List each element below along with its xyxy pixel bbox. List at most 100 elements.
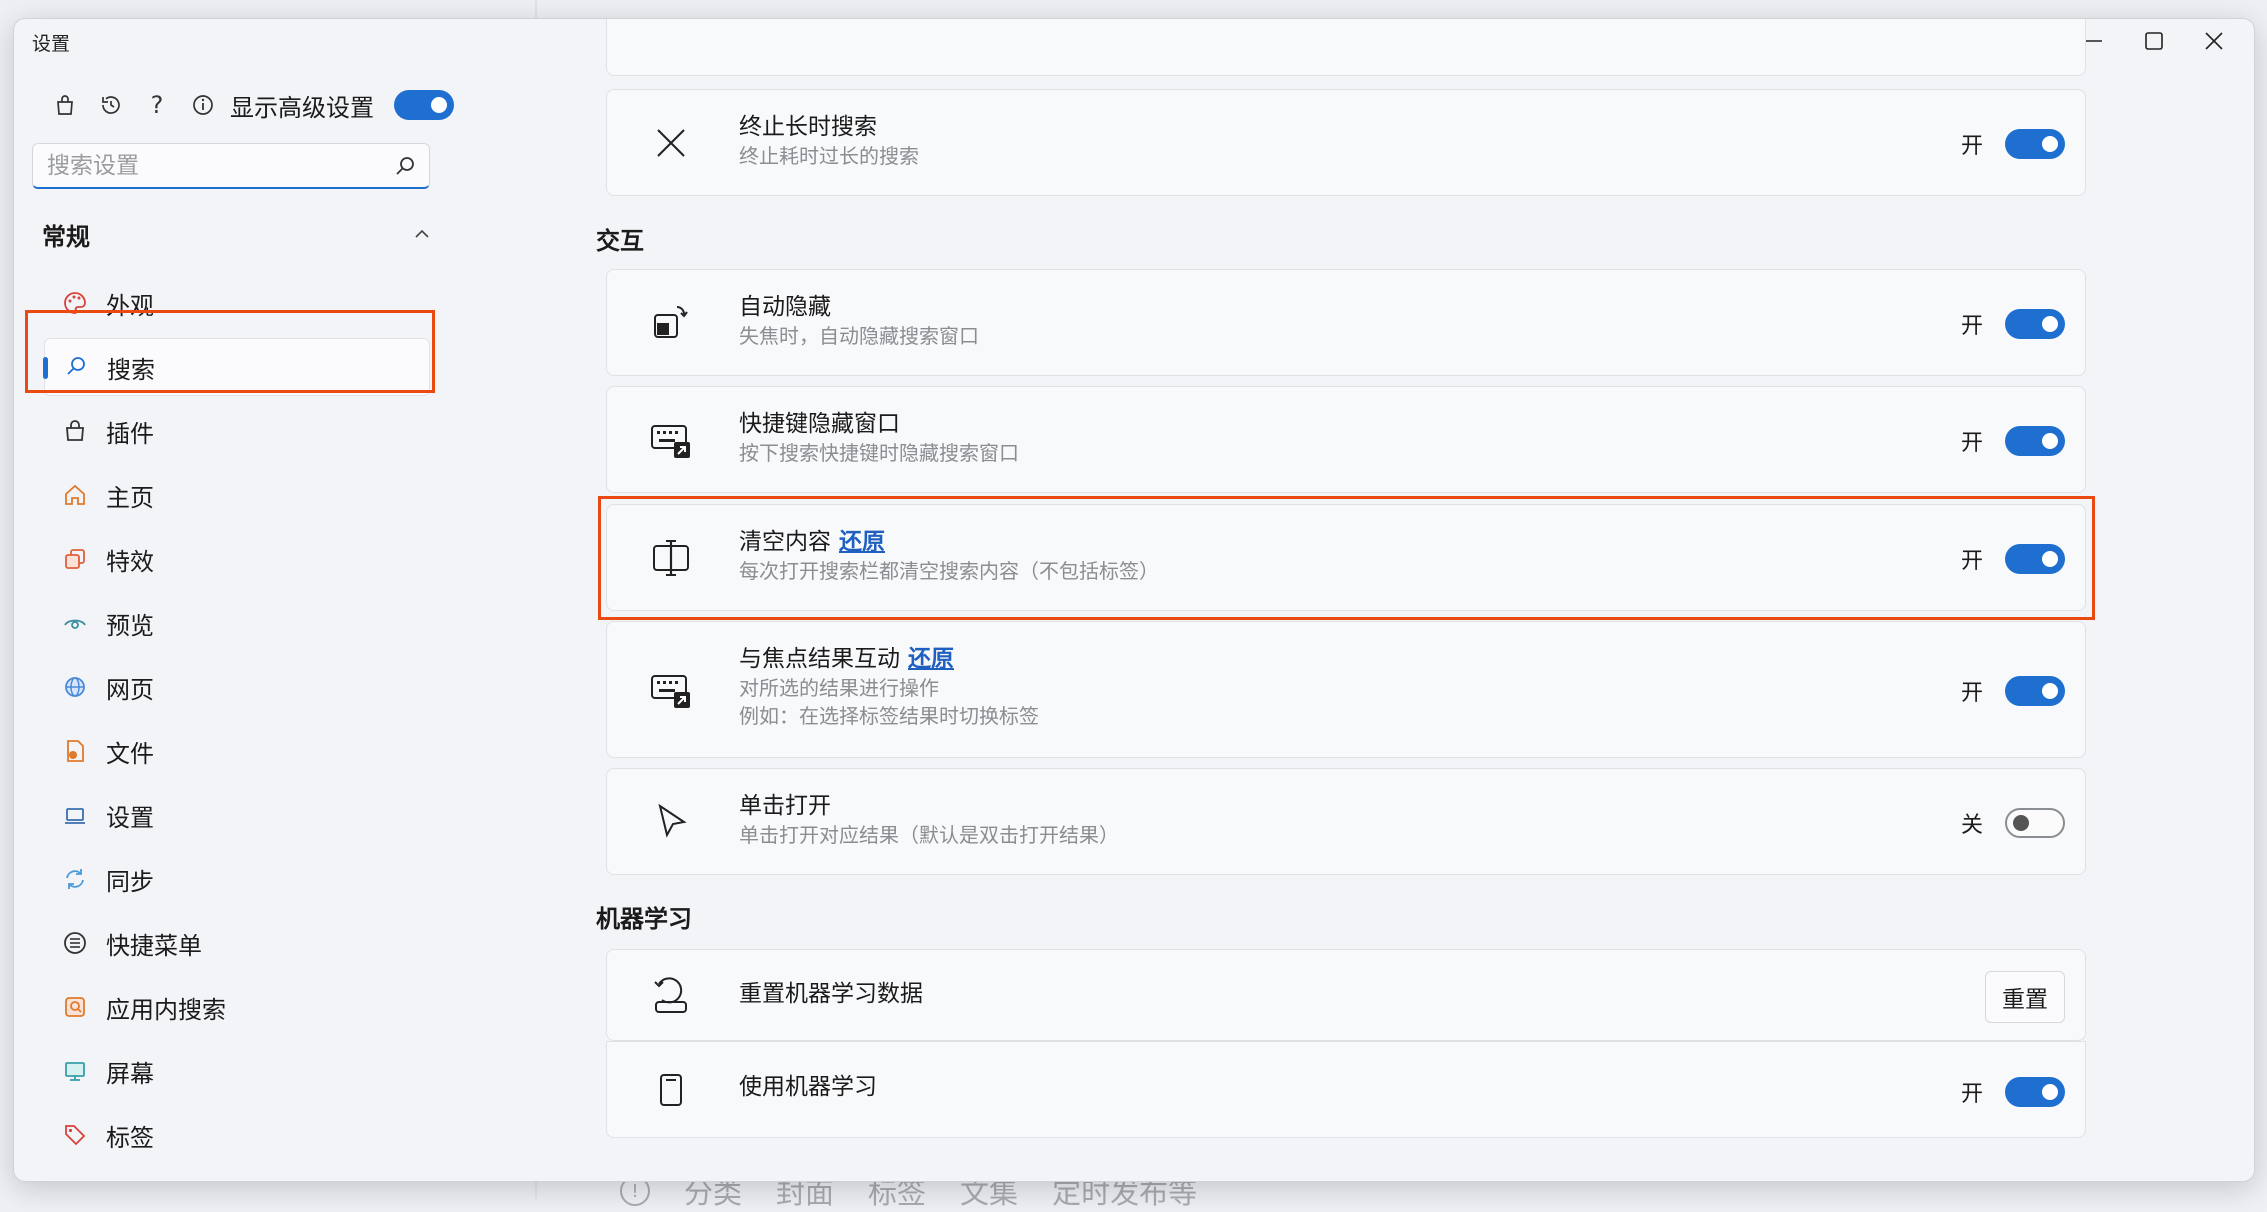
advanced-settings-toggle[interactable] — [394, 90, 454, 120]
sidebar-item-app-search[interactable]: 应用内搜索 — [44, 978, 430, 1036]
sidebar-item-label: 网页 — [106, 675, 154, 704]
close-icon — [647, 119, 695, 167]
advanced-settings-label: 显示高级设置 — [230, 93, 374, 122]
setting-title: 自动隐藏 — [739, 294, 831, 320]
reset-data-icon — [647, 972, 695, 1020]
auto-hide-icon — [647, 299, 695, 347]
sidebar-toolbar: ? 显示高级设置 — [52, 85, 454, 125]
setting-title: 终止长时搜索 — [739, 114, 877, 140]
highlight-clear-content — [598, 496, 2095, 620]
app-search-icon — [60, 992, 90, 1022]
toggle-state-label: 开 — [1960, 431, 1983, 456]
info-icon[interactable] — [190, 92, 216, 118]
tag-icon — [60, 1120, 90, 1150]
close-button[interactable] — [2186, 21, 2242, 61]
sidebar-item-files[interactable]: 文件 — [44, 722, 430, 780]
card-auto-hide: 自动隐藏 失焦时，自动隐藏搜索窗口 开 — [606, 269, 2086, 376]
maximize-button[interactable] — [2126, 21, 2182, 61]
chevron-up-icon — [415, 229, 429, 238]
menu-icon — [60, 928, 90, 958]
setting-description: 终止耗时过长的搜索 — [739, 144, 919, 168]
laptop-icon — [60, 800, 90, 830]
sidebar-item-label: 快捷菜单 — [106, 931, 202, 960]
settings-search — [32, 143, 430, 189]
bag-icon — [60, 416, 90, 446]
globe-icon — [60, 672, 90, 702]
sidebar-item-web[interactable]: 网页 — [44, 658, 430, 716]
pointer-icon — [647, 798, 695, 846]
setting-title: 单击打开 — [739, 793, 831, 819]
help-icon[interactable]: ? — [144, 91, 170, 119]
restore-link[interactable]: 还原 — [908, 646, 954, 672]
stop-long-search-toggle[interactable] — [2005, 129, 2065, 159]
highlight-search-nav — [25, 310, 435, 393]
sidebar-item-settings[interactable]: 设置 — [44, 786, 430, 844]
single-click-toggle[interactable] — [2005, 808, 2065, 838]
screen-icon — [60, 1056, 90, 1086]
toggle-state-label: 开 — [1960, 314, 1983, 339]
sidebar-item-label: 应用内搜索 — [106, 995, 226, 1024]
sidebar-item-tags[interactable]: 标签 — [44, 1106, 430, 1164]
setting-title: 使用机器学习 — [739, 1074, 877, 1100]
effects-icon — [60, 544, 90, 574]
card-focus-interact: 与焦点结果互动 还原 对所选的结果进行操作 例如：在选择标签结果时切换标签 开 — [606, 621, 2086, 758]
setting-title-row: 与焦点结果互动 还原 — [739, 644, 1039, 674]
use-ml-toggle[interactable] — [2005, 1077, 2065, 1107]
auto-hide-toggle[interactable] — [2005, 309, 2065, 339]
group-title-interaction: 交互 — [596, 227, 644, 255]
setting-description: 按下搜索快捷键时隐藏搜索窗口 — [739, 441, 1019, 465]
sync-icon — [60, 864, 90, 894]
store-icon[interactable] — [52, 92, 78, 118]
search-input[interactable] — [33, 144, 379, 188]
card-hotkey-hide: 快捷键隐藏窗口 按下搜索快捷键时隐藏搜索窗口 开 — [606, 386, 2086, 493]
setting-title: 重置机器学习数据 — [739, 981, 923, 1007]
toggle-state-label: 开 — [1960, 681, 1983, 706]
history-icon[interactable] — [98, 92, 124, 118]
minimize-icon — [2086, 40, 2102, 42]
card-ml-reset: 重置机器学习数据 重置 — [606, 949, 2086, 1041]
sidebar-item-screen[interactable]: 屏幕 — [44, 1042, 430, 1100]
group-title-machine-learning: 机器学习 — [596, 905, 692, 933]
phone-icon — [647, 1066, 695, 1114]
search-icon[interactable] — [393, 154, 417, 178]
maximize-icon — [2145, 32, 2163, 50]
setting-description-example: 例如：在选择标签结果时切换标签 — [739, 704, 1039, 728]
sidebar-item-label: 预览 — [106, 611, 154, 640]
setting-title: 与焦点结果互动 — [739, 646, 900, 672]
eye-icon — [60, 608, 90, 638]
setting-title: 快捷键隐藏窗口 — [739, 411, 900, 437]
keyboard-shortcut-icon — [647, 666, 695, 714]
file-icon — [60, 736, 90, 766]
hotkey-hide-toggle[interactable] — [2005, 426, 2065, 456]
setting-description: 失焦时，自动隐藏搜索窗口 — [739, 324, 979, 348]
setting-description: 对所选的结果进行操作 — [739, 676, 939, 700]
card-single-click: 单击打开 单击打开对应结果（默认是双击打开结果） 关 — [606, 768, 2086, 875]
close-icon — [2205, 32, 2223, 50]
sidebar-item-label: 设置 — [106, 803, 154, 832]
section-general-label: 常规 — [42, 222, 90, 251]
sidebar-item-sync[interactable]: 同步 — [44, 850, 430, 908]
toggle-state-label: 开 — [1960, 134, 1983, 159]
sidebar-item-label: 屏幕 — [106, 1059, 154, 1088]
sidebar-item-label: 标签 — [106, 1123, 154, 1152]
sidebar-item-quick-menu[interactable]: 快捷菜单 — [44, 914, 430, 972]
section-general-header[interactable]: 常规 — [42, 214, 432, 254]
sidebar-item-effects[interactable]: 特效 — [44, 530, 430, 588]
sidebar-item-label: 同步 — [106, 867, 154, 896]
reset-ml-data-button[interactable]: 重置 — [1985, 971, 2065, 1023]
card-stop-long-search: 终止长时搜索 终止耗时过长的搜索 开 — [606, 89, 2086, 196]
sidebar-item-label: 插件 — [106, 419, 154, 448]
toggle-state-label: 开 — [1960, 1082, 1983, 1107]
setting-description: 单击打开对应结果（默认是双击打开结果） — [739, 823, 1119, 847]
keyboard-shortcut-icon — [647, 416, 695, 464]
sidebar-item-home[interactable]: 主页 — [44, 466, 430, 524]
sidebar-item-preview[interactable]: 预览 — [44, 594, 430, 652]
toggle-state-label: 关 — [1960, 813, 1983, 838]
card-ml-use: 使用机器学习 开 — [606, 1041, 2086, 1138]
settings-window: 设置 ? 显示高级设置 常规 外观 — [13, 18, 2255, 1182]
focus-interact-toggle[interactable] — [2005, 676, 2065, 706]
sidebar-item-label: 文件 — [106, 739, 154, 768]
window-title: 设置 — [32, 33, 71, 55]
sidebar-item-label: 主页 — [106, 483, 154, 512]
sidebar-item-plugins[interactable]: 插件 — [44, 402, 430, 460]
